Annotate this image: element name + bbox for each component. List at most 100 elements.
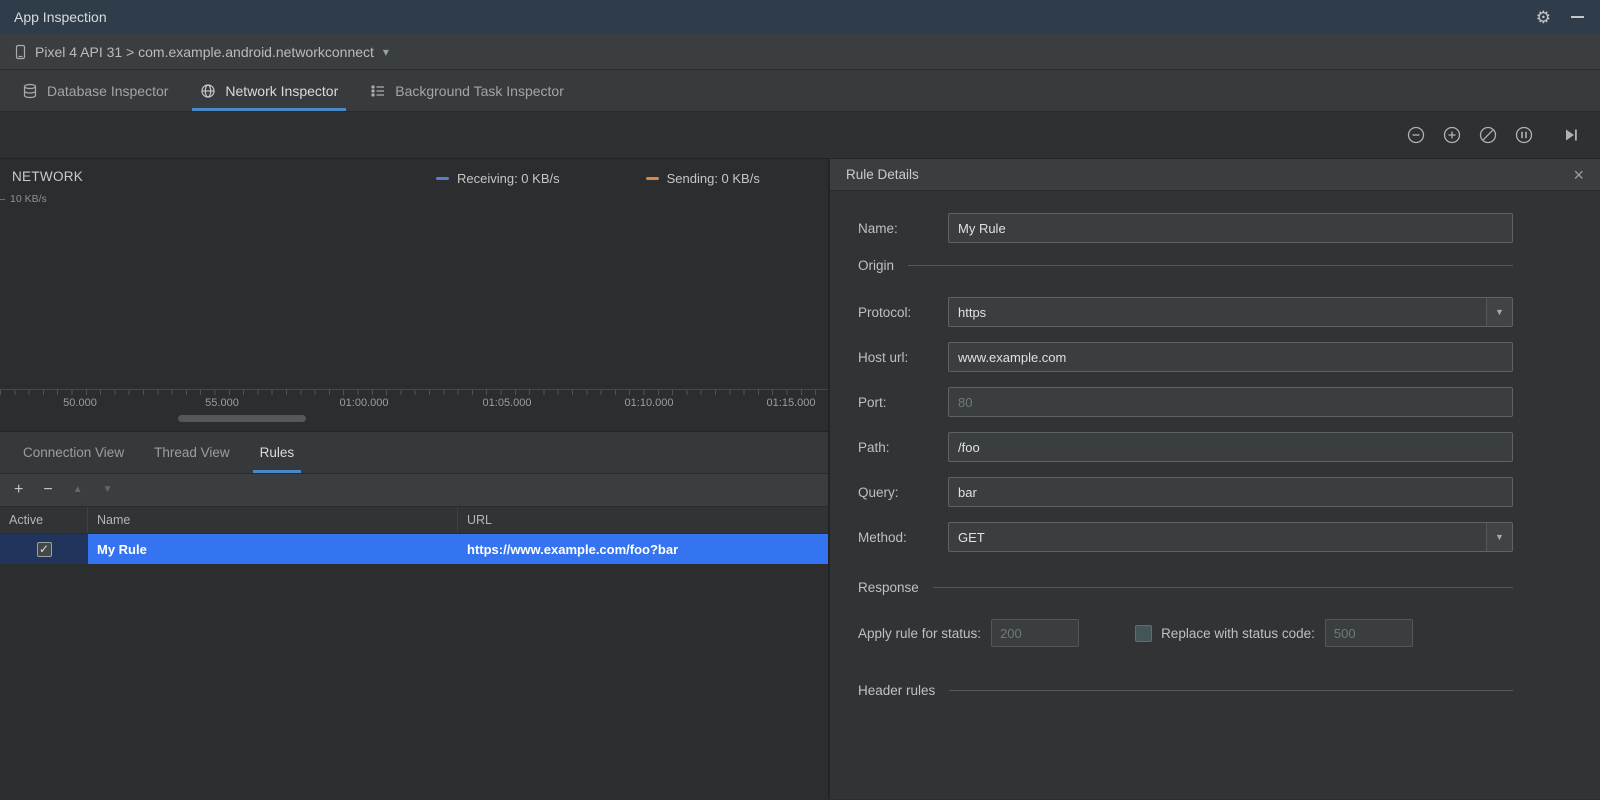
remove-rule-icon[interactable]: − [43,482,52,498]
tab-label: Database Inspector [47,82,169,99]
rules-table-empty-area[interactable] [0,564,828,799]
tab-rules[interactable]: Rules [245,432,310,473]
tab-label: Network Inspector [225,82,339,99]
apply-status-label: Apply rule for status: [858,625,982,641]
timeline-scrollbar-thumb[interactable] [178,415,306,422]
tab-label: Connection View [23,445,125,460]
legend-label: Receiving: 0 KB/s [457,171,560,186]
rule-details-header: Rule Details × [830,159,1600,191]
rule-active-cell: ✓ [0,534,88,564]
close-icon[interactable]: × [1573,166,1584,184]
host-label: Host url: [858,349,909,365]
protocol-field-row: Protocol: https ▼ [858,297,1513,327]
dropdown-arrow-icon[interactable]: ▼ [1486,523,1512,551]
gear-icon[interactable]: ⚙ [1536,9,1551,26]
pause-live-icon[interactable] [1514,125,1534,145]
section-divider [949,690,1513,691]
tab-database-inspector[interactable]: Database Inspector [6,70,184,111]
x-tick-label: 01:15.000 [766,397,816,409]
column-header-active[interactable]: Active [0,507,88,533]
response-section-label: Response [858,580,919,595]
port-label: Port: [858,394,887,410]
protocol-label: Protocol: [858,304,912,320]
response-section-header: Response [858,580,1513,595]
response-status-row: Apply rule for status: Replace with stat… [858,619,1513,647]
column-header-url[interactable]: URL [458,507,828,533]
name-field-row: Name: [858,213,1513,243]
rule-name-cell[interactable]: My Rule [88,534,458,564]
replace-status-checkbox[interactable] [1135,624,1153,642]
name-input[interactable] [948,213,1513,243]
network-timeline-chart[interactable]: NETWORK 10 KB/s Receiving: 0 KB/s Sendin… [0,159,828,431]
method-field-row: Method: GET ▼ [858,522,1513,552]
content-split: NETWORK 10 KB/s Receiving: 0 KB/s Sendin… [0,159,1600,799]
rule-details-body: Name: Origin Protocol: https ▼ Host url: [830,191,1600,799]
app-inspection-window: App Inspection ⚙ Pixel 4 API 31 > com.ex… [0,0,1600,800]
apply-status-input[interactable] [991,619,1080,647]
legend-sending: Sending: 0 KB/s [645,171,760,186]
port-input[interactable] [948,387,1513,417]
move-up-icon[interactable]: ▲ [73,485,83,495]
dropdown-arrow-icon[interactable]: ▼ [1486,298,1512,326]
legend-label: Sending: 0 KB/s [666,171,760,186]
move-down-icon[interactable]: ▼ [103,485,113,495]
chevron-down-icon[interactable]: ▾ [383,45,389,59]
tab-label: Rules [259,445,295,460]
receiving-swatch-icon [436,177,449,180]
method-value: GET [958,529,985,545]
column-header-name[interactable]: Name [88,507,458,533]
origin-section-label: Origin [858,258,895,273]
path-input[interactable] [948,432,1513,462]
rule-details-panel: Rule Details × Name: Origin Protocol: ht… [830,159,1600,799]
path-label: Path: [858,439,890,455]
tab-label: Thread View [154,445,230,460]
rules-toolbar: + − ▲ ▼ [0,473,828,506]
tab-background-task-inspector[interactable]: Background Task Inspector [354,70,580,111]
check-icon: ✓ [38,542,50,556]
replace-status-label: Replace with status code: [1161,625,1315,641]
tab-label: Background Task Inspector [395,82,564,99]
query-input[interactable] [948,477,1513,507]
rule-active-checkbox[interactable]: ✓ [36,541,52,557]
legend-receiving: Receiving: 0 KB/s [436,171,560,186]
minimize-icon[interactable] [1571,16,1584,18]
zoom-out-icon[interactable] [1406,125,1426,145]
protocol-dropdown[interactable]: https ▼ [948,297,1513,327]
y-axis-label: 10 KB/s [10,193,47,205]
x-tick-label: 55.000 [205,397,239,409]
port-field-row: Port: [858,387,1513,417]
add-rule-icon[interactable]: + [14,482,23,498]
x-tick-label: 01:05.000 [482,397,532,409]
device-process-selector[interactable]: Pixel 4 API 31 > com.example.android.net… [35,44,374,60]
replace-status-input[interactable] [1324,619,1413,647]
query-label: Query: [858,484,899,500]
rule-url-cell[interactable]: https://www.example.com/foo?bar [458,534,828,564]
header-rules-section-header: Header rules [858,683,1513,698]
jump-to-end-icon[interactable] [1562,126,1580,144]
inspector-toolbar [0,112,1600,159]
x-axis-minor-ticks [0,390,828,395]
reset-zoom-icon[interactable] [1478,125,1498,145]
name-label: Name: [858,220,898,236]
chart-legend: Receiving: 0 KB/s Sending: 0 KB/s [436,171,760,186]
host-url-input[interactable] [948,342,1513,372]
tab-connection-view[interactable]: Connection View [8,432,139,473]
table-row[interactable]: ✓ My Rule https://www.example.com/foo?ba… [0,534,828,564]
rules-table-header: Active Name URL [0,506,828,534]
header-rules-section-label: Header rules [858,683,936,698]
path-field-row: Path: [858,432,1513,462]
query-field-row: Query: [858,477,1513,507]
rule-details-title: Rule Details [846,167,919,182]
task-list-icon [370,83,386,99]
zoom-in-icon[interactable] [1442,125,1462,145]
tab-network-inspector[interactable]: Network Inspector [184,70,354,111]
device-icon [12,44,28,60]
host-field-row: Host url: [858,342,1513,372]
method-label: Method: [858,529,907,545]
x-tick-label: 01:10.000 [624,397,674,409]
section-divider [932,587,1513,588]
section-divider [908,265,1513,266]
method-dropdown[interactable]: GET ▼ [948,522,1513,552]
titlebar: App Inspection ⚙ [0,0,1600,34]
tab-thread-view[interactable]: Thread View [139,432,245,473]
